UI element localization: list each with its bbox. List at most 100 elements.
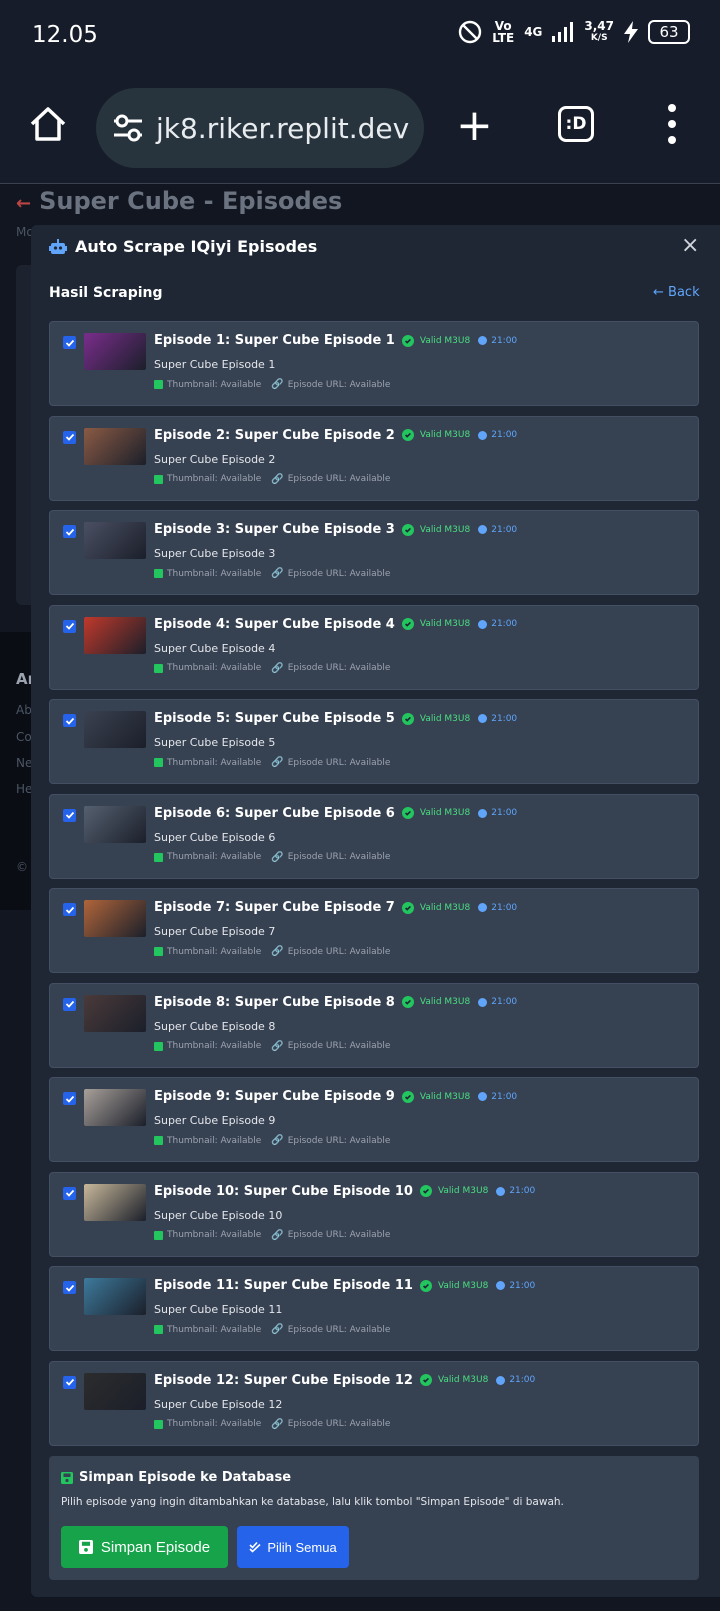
select-all-button[interactable]: Pilih Semua <box>237 1526 349 1568</box>
volte-indicator: Vo LTE <box>492 19 515 45</box>
check-circle-icon <box>401 429 414 441</box>
episode-card[interactable]: Episode 12: Super Cube Episode 12 Valid M… <box>49 1360 699 1446</box>
footer-link[interactable]: Co <box>16 730 32 744</box>
footer-link[interactable]: He <box>16 782 32 796</box>
episode-card[interactable]: Episode 8: Super Cube Episode 8 Valid M3U… <box>49 982 699 1068</box>
checkmark-icon <box>65 1000 74 1008</box>
episode-card[interactable]: Episode 9: Super Cube Episode 9 Valid M3U… <box>49 1077 699 1162</box>
duration-label: 21:00 <box>491 524 518 535</box>
back-arrow-icon[interactable]: ← <box>16 193 31 214</box>
check-circle-icon <box>401 1090 414 1103</box>
episode-checkbox[interactable] <box>63 336 76 349</box>
check-double-icon <box>249 1541 261 1553</box>
episode-meta: Thumbnail: Available 🔗 Episode URL: Availa… <box>154 852 390 863</box>
new-tab-icon[interactable]: + <box>456 104 493 148</box>
overflow-menu-icon[interactable] <box>664 104 680 144</box>
checkmark-icon <box>65 1189 74 1197</box>
episode-checkbox[interactable] <box>63 997 76 1011</box>
modal-title: Auto Scrape IQiyi Episodes <box>49 237 317 256</box>
browser-toolbar: jk8.riker.replit.dev + :D <box>0 72 720 184</box>
episode-card[interactable]: Episode 1: Super Cube Episode 1 Valid M3U… <box>49 321 699 406</box>
episode-thumbnail <box>84 805 146 843</box>
episode-subtitle: Super Cube Episode 7 <box>154 925 276 938</box>
duration-label: 21:00 <box>491 713 518 724</box>
valid-m3u8-badge: Valid M3U8 <box>419 1279 488 1292</box>
valid-m3u8-label: Valid M3U8 <box>419 335 471 346</box>
page-title: ← Super Cube - Episodes <box>16 187 342 215</box>
check-circle-icon <box>401 807 414 819</box>
link-icon: 🔗 <box>271 1135 284 1146</box>
back-link[interactable]: ← Back <box>653 285 700 300</box>
episode-card[interactable]: Episode 10: Super Cube Episode 10 Valid M… <box>49 1171 699 1257</box>
valid-m3u8-badge: Valid M3U8 <box>401 334 471 347</box>
duration-badge: 21:00 <box>478 1092 517 1102</box>
image-icon <box>154 1325 163 1334</box>
episode-card[interactable]: Episode 4: Super Cube Episode 4 Valid M3U… <box>49 604 699 690</box>
image-icon <box>154 758 163 767</box>
link-icon: 🔗 <box>271 379 284 390</box>
episode-card[interactable]: Episode 2: Super Cube Episode 2 Valid M3U… <box>49 415 699 501</box>
episode-card[interactable]: Episode 7: Super Cube Episode 7 Valid M3U… <box>49 888 699 973</box>
tab-switcher-button[interactable]: :D <box>558 106 594 142</box>
site-settings-icon[interactable] <box>110 110 146 146</box>
episode-url-status: Episode URL: Available <box>287 379 391 390</box>
episode-url-status: Episode URL: Available <box>287 568 391 579</box>
episode-title-row: Episode 11: Super Cube Episode 11 Valid M… <box>154 1278 535 1293</box>
episode-subtitle: Super Cube Episode 2 <box>154 452 276 466</box>
battery-indicator: 63 <box>648 20 690 44</box>
charging-icon <box>624 21 638 43</box>
page-title-text: Super Cube - Episodes <box>39 187 343 215</box>
episode-title-row: Episode 1: Super Cube Episode 1 Valid M3U… <box>154 333 517 348</box>
episode-meta: Thumbnail: Available 🔗 Episode URL: Availa… <box>154 1230 390 1241</box>
episode-meta: Thumbnail: Available 🔗 Episode URL: Availa… <box>154 474 390 485</box>
footer-link[interactable]: Ne <box>16 756 32 770</box>
episode-card[interactable]: Episode 11: Super Cube Episode 11 Valid M… <box>49 1266 699 1351</box>
episode-url-status: Episode URL: Available <box>287 946 391 957</box>
valid-m3u8-badge: Valid M3U8 <box>401 901 471 914</box>
link-icon: 🔗 <box>271 1324 284 1335</box>
episode-checkbox[interactable] <box>63 1186 76 1200</box>
footer-link[interactable]: Ab <box>16 703 32 717</box>
thumbnail-status: Thumbnail: Available <box>167 1324 262 1335</box>
episode-list: Episode 1: Super Cube Episode 1 Valid M3U… <box>49 321 699 1455</box>
episode-checkbox[interactable] <box>63 525 76 538</box>
thumbnail-status: Thumbnail: Available <box>167 1135 262 1146</box>
episode-thumbnail <box>84 1372 146 1410</box>
episode-url-status: Episode URL: Available <box>287 1041 391 1051</box>
link-icon: 🔗 <box>271 946 284 957</box>
checkmark-icon <box>65 339 74 347</box>
checkmark-icon <box>65 1095 74 1103</box>
duration-badge: 21:00 <box>478 525 517 535</box>
valid-m3u8-label: Valid M3U8 <box>419 997 471 1007</box>
close-icon[interactable]: × <box>681 233 699 258</box>
check-circle-icon <box>401 334 414 347</box>
episode-checkbox[interactable] <box>63 619 76 633</box>
image-icon <box>154 1136 163 1145</box>
clock-icon <box>478 808 488 818</box>
episode-title: Episode 8: Super Cube Episode 8 <box>154 994 395 1010</box>
episode-card[interactable]: Episode 3: Super Cube Episode 3 Valid M3U… <box>49 510 699 595</box>
episode-checkbox[interactable] <box>63 1375 76 1389</box>
episode-checkbox[interactable] <box>63 430 76 444</box>
save-episodes-label: Simpan Episode <box>100 1538 211 1556</box>
episode-subtitle: Super Cube Episode 8 <box>154 1019 276 1033</box>
episode-checkbox[interactable] <box>63 714 76 727</box>
episode-card[interactable]: Episode 6: Super Cube Episode 6 Valid M3U… <box>49 793 699 879</box>
thumbnail-status: Thumbnail: Available <box>167 1041 262 1051</box>
home-icon[interactable] <box>28 104 68 144</box>
clock-icon <box>478 1092 488 1101</box>
valid-m3u8-label: Valid M3U8 <box>419 902 471 913</box>
duration-badge: 21:00 <box>496 1375 535 1385</box>
episode-title: Episode 1: Super Cube Episode 1 <box>154 333 395 348</box>
episode-checkbox[interactable] <box>63 1281 76 1294</box>
episode-checkbox[interactable] <box>63 1092 76 1105</box>
address-bar[interactable]: jk8.riker.replit.dev <box>96 88 424 168</box>
episode-checkbox[interactable] <box>63 903 76 916</box>
thumbnail-status: Thumbnail: Available <box>167 568 262 579</box>
episode-thumbnail <box>84 522 146 559</box>
episode-thumbnail <box>84 1089 146 1126</box>
save-episodes-button[interactable]: Simpan Episode <box>61 1526 228 1568</box>
episode-title-row: Episode 10: Super Cube Episode 10 Valid M… <box>154 1184 535 1199</box>
episode-checkbox[interactable] <box>63 808 76 822</box>
episode-card[interactable]: Episode 5: Super Cube Episode 5 Valid M3U… <box>49 699 699 784</box>
